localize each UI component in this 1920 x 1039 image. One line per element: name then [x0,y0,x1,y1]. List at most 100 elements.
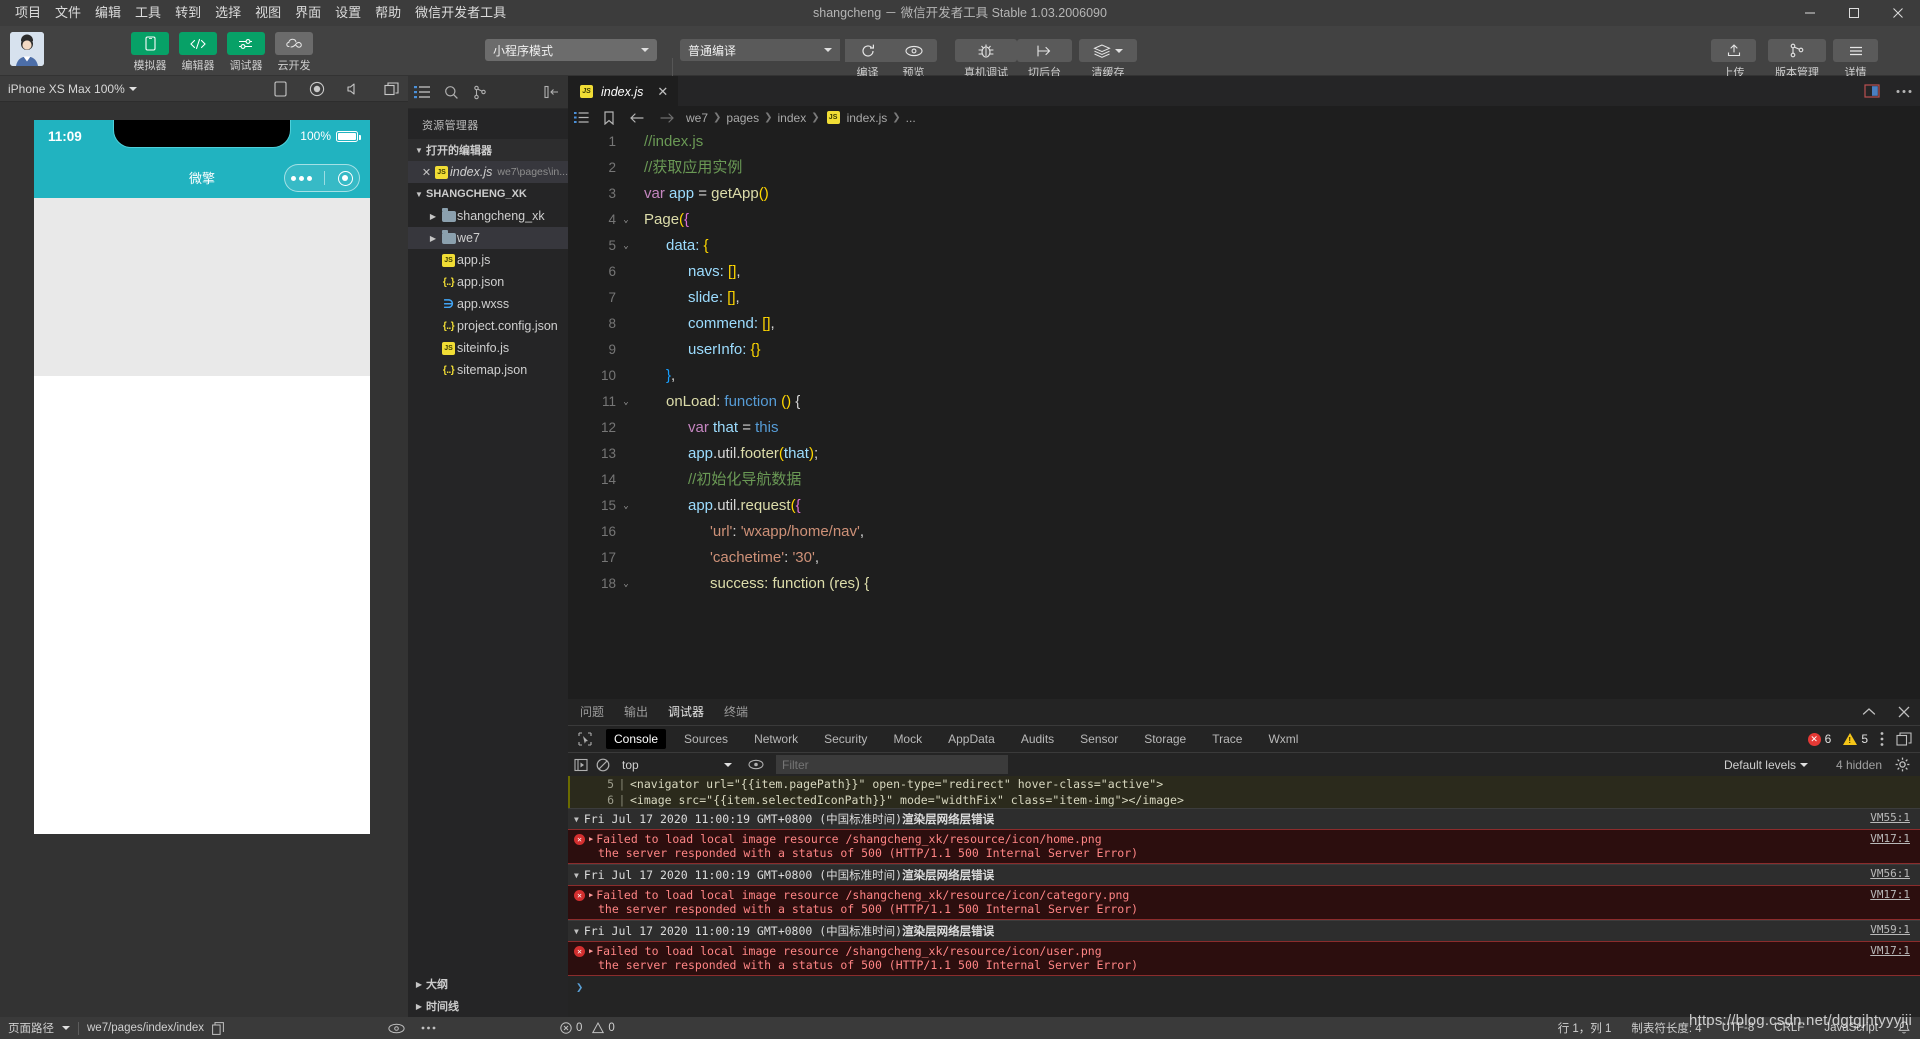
menu-item-ui[interactable]: 界面 [288,0,328,26]
console-input-prompt[interactable]: ❯ [568,976,1920,994]
tree-folder-shangcheng-xk[interactable]: ▶ shangcheng_xk [408,205,568,227]
console-error-row[interactable]: ✕ ▶ Failed to load local image resource /s… [568,941,1920,976]
cdp-tab-storage[interactable]: Storage [1136,729,1194,749]
compile-select[interactable]: 普通编译 [680,39,840,61]
menu-item-devtools[interactable]: 微信开发者工具 [408,0,513,26]
console-group-header[interactable]: ▼ Fri Jul 17 2020 11:00:19 GMT+0800 (中国标准… [568,920,1920,941]
cdp-tab-trace[interactable]: Trace [1204,729,1250,749]
execute-icon[interactable] [574,758,588,772]
console-output[interactable]: 5 | <navigator url="{{item.pagePath}}" ope… [568,776,1920,1017]
console-error-row[interactable]: ✕ ▶ Failed to load local image resource /s… [568,885,1920,920]
maximize-button[interactable] [1832,0,1876,26]
close-icon[interactable] [1898,706,1910,718]
more-icon[interactable] [421,1026,436,1030]
inspect-element-icon[interactable] [574,732,596,746]
copy-icon[interactable] [212,1021,224,1035]
cdp-tab-mock[interactable]: Mock [885,729,930,749]
device-selector[interactable]: iPhone XS Max 100% [0,82,137,96]
console-error-row[interactable]: ✕ ▶ Failed to load local image resource /s… [568,829,1920,864]
cdp-tab-audits[interactable]: Audits [1013,729,1062,749]
tree-file-siteinfo-js[interactable]: JS siteinfo.js [408,337,568,359]
split-editor-icon[interactable] [1864,84,1880,98]
panel-tab-problems[interactable]: 问题 [580,699,604,725]
more-icon[interactable] [1896,89,1912,94]
search-icon[interactable] [444,85,459,100]
wechat-capsule-button[interactable] [284,164,360,192]
forward-arrow-icon[interactable] [659,112,675,124]
cursor-position[interactable]: 行 1，列 1 [1558,1020,1612,1036]
encoding[interactable]: UTF-8 [1722,1022,1755,1034]
cdp-tab-wxml[interactable]: Wxml [1260,729,1306,749]
cdp-tab-console[interactable]: Console [606,729,667,749]
cdp-tab-appdata[interactable]: AppData [940,729,1003,749]
console-filter-input[interactable] [776,755,1008,774]
editor-tab-index-js[interactable]: JS index.js ✕ [568,76,679,106]
console-vm-link[interactable]: VM17:1 [1870,888,1910,901]
back-arrow-icon[interactable] [629,112,645,124]
clear-console-icon[interactable] [596,758,610,772]
record-icon[interactable] [309,81,325,97]
menu-item-project[interactable]: 项目 [8,0,48,26]
tree-file-sitemap-json[interactable]: {..} sitemap.json [408,359,568,381]
menu-item-goto[interactable]: 转到 [168,0,208,26]
files-icon[interactable] [414,85,430,99]
status-diagnostics[interactable]: 0 0 [560,1022,615,1034]
console-vm-link[interactable]: VM17:1 [1870,832,1910,845]
error-count-badge[interactable]: ✕ 6 [1807,732,1831,746]
expand-triangle-icon[interactable]: ▶ [589,947,593,955]
tool-button-compile[interactable]: 编译 [845,39,890,80]
phone-preview[interactable]: 11:09 100% 微擎 [34,120,370,834]
menu-item-file[interactable]: 文件 [48,0,88,26]
tree-file-app-json[interactable]: {..} app.json [408,271,568,293]
tool-button-debugger[interactable]: 调试器 [222,32,270,73]
panel-tab-output[interactable]: 输出 [624,699,648,725]
fold-toggle-icon[interactable]: ⌄ [616,207,636,233]
panel-tab-terminal[interactable]: 终端 [724,699,748,725]
eol[interactable]: CRLF [1774,1022,1804,1034]
project-root-section[interactable]: ▼ SHANGCHENG_XK [408,183,568,205]
breadcrumb-more[interactable]: ... [906,111,916,125]
tool-button-preview[interactable]: 预览 [890,39,937,80]
menu-item-help[interactable]: 帮助 [368,0,408,26]
cdp-tab-security[interactable]: Security [816,729,875,749]
breadcrumb-index[interactable]: index [778,111,807,125]
console-group-header[interactable]: ▼ Fri Jul 17 2020 11:00:19 GMT+0800 (中国标准… [568,808,1920,829]
menu-item-select[interactable]: 选择 [208,0,248,26]
dock-panel-icon[interactable] [1896,732,1912,746]
close-icon[interactable]: ✕ [657,84,668,100]
fold-toggle-icon[interactable]: ⌄ [616,493,636,519]
close-button[interactable] [1876,0,1920,26]
volume-icon[interactable] [347,82,362,96]
language-mode[interactable]: JavaScript [1824,1022,1878,1034]
tool-button-upload[interactable]: 上传 [1711,39,1756,80]
tree-file-app-wxss[interactable]: ∋ app.wxss [408,293,568,315]
fold-toggle-icon[interactable]: ⌄ [616,233,636,259]
console-group-header[interactable]: ▼ Fri Jul 17 2020 11:00:19 GMT+0800 (中国标准… [568,864,1920,885]
bookmark-icon[interactable] [603,110,615,125]
tool-button-cloud[interactable]: 云开发 [270,32,318,73]
breadcrumb-index-js[interactable]: index.js [847,111,888,125]
eye-icon[interactable] [388,1023,405,1034]
tool-button-editor[interactable]: 编辑器 [174,32,222,73]
console-vm-link[interactable]: VM17:1 [1870,944,1910,957]
tool-button-details[interactable]: 详情 [1833,39,1878,80]
tool-button-version-control[interactable]: 版本管理 [1768,39,1826,80]
console-vm-link[interactable]: VM55:1 [1870,811,1910,824]
multi-window-icon[interactable] [384,81,400,96]
minimize-button[interactable] [1788,0,1832,26]
breadcrumb-pages[interactable]: pages [726,111,759,125]
cdp-tab-sensor[interactable]: Sensor [1072,729,1126,749]
user-avatar[interactable] [10,32,44,66]
gear-icon[interactable] [1895,757,1910,772]
breadcrumb-we7[interactable]: we7 [686,111,708,125]
live-expression-icon[interactable] [748,759,764,770]
collapse-icon[interactable] [544,85,560,99]
console-levels-select[interactable]: Default levels [1724,758,1808,772]
tree-file-app-js[interactable]: JS app.js [408,249,568,271]
warning-count-badge[interactable]: 5 [1843,732,1868,746]
fold-toggle-icon[interactable]: ⌄ [616,389,636,415]
tool-button-background[interactable]: 切后台 [1017,39,1072,80]
expand-triangle-icon[interactable]: ▶ [589,891,593,899]
tab-size[interactable]: 制表符长度: 4 [1631,1020,1701,1036]
menu-item-settings[interactable]: 设置 [328,0,368,26]
